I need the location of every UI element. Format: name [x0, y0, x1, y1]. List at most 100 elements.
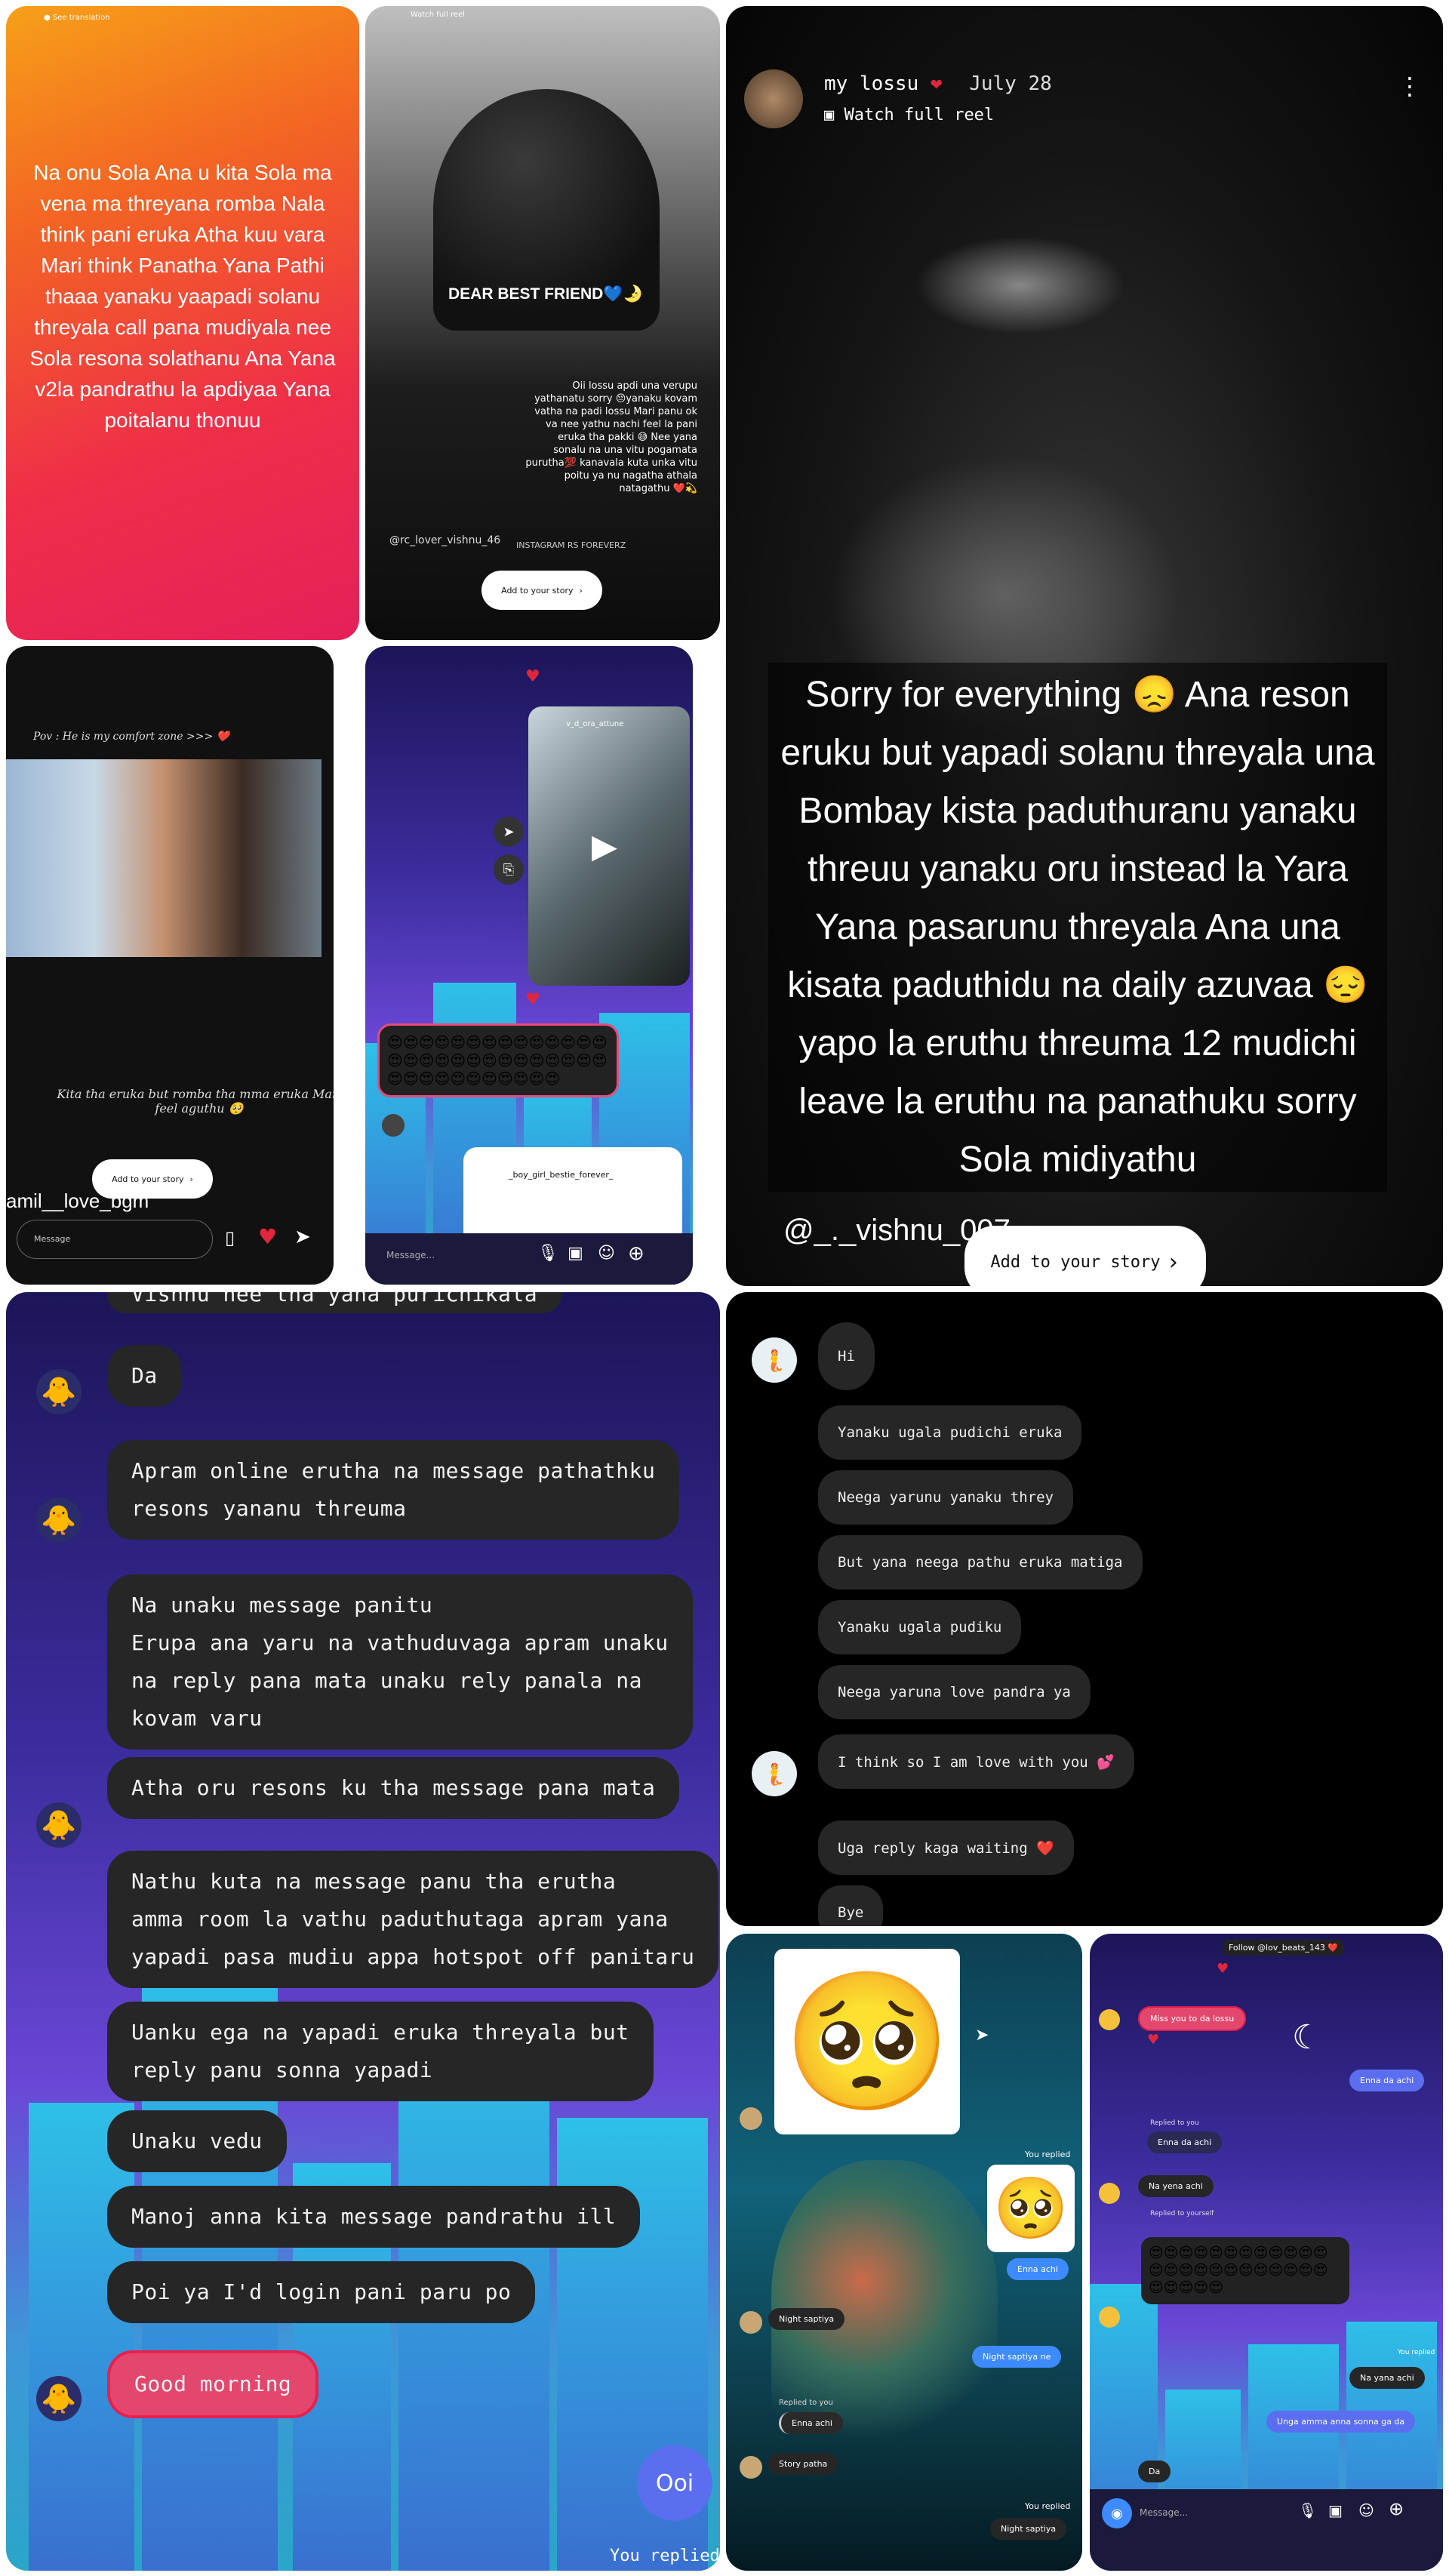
add-icon[interactable]: ⊕ — [1389, 2498, 1404, 2519]
chat-panel-9[interactable]: Follow @lov_beats_143 ❤️ ♥ Miss you to d… — [1090, 1934, 1443, 2571]
follow-banner[interactable]: Follow @lov_beats_143 ❤️ — [1223, 1940, 1345, 1956]
chat-message-sent: Enna da achi — [1349, 2070, 1425, 2091]
chat-message: Na yana achi — [1349, 2367, 1425, 2389]
avatar: 🐥 — [36, 1497, 82, 1543]
message-input[interactable]: Message — [17, 1220, 213, 1259]
reel-panel[interactable]: my lossu ❤ July 28 ▣ Watch full reel ⋮ S… — [726, 6, 1443, 1286]
chat-message: Neega yarunu yanaku threy — [818, 1470, 1073, 1525]
chat-message: Bye — [818, 1885, 884, 1926]
chat-message: Da — [1138, 2461, 1171, 2482]
reel-caption: Sorry for everything 😞 Ana reson eruku b… — [768, 663, 1387, 1192]
chevron-right-icon: › — [1166, 1248, 1180, 1276]
reply-preview[interactable]: _boy_girl_bestie_forever_ — [463, 1147, 682, 1245]
story-panel-2[interactable]: Watch full reel DEAR BEST FRIEND💙🌛 Oii l… — [365, 6, 720, 640]
like-heart-icon[interactable]: ♥ — [258, 1224, 277, 1249]
add-to-story-button[interactable]: Add to your story › — [964, 1226, 1206, 1286]
replied-label: Replied to you — [779, 2399, 833, 2407]
message-input[interactable]: Message... — [386, 1250, 435, 1260]
mic-icon[interactable]: 🎙 — [1298, 2501, 1317, 2519]
globe-icon: ● — [44, 14, 51, 22]
reply-quote: Enna da achi — [1147, 2131, 1223, 2153]
send-icon[interactable]: ➤ — [494, 817, 524, 847]
reply-quote: Enna achi — [779, 2412, 843, 2434]
profile-avatar[interactable] — [744, 69, 803, 128]
you-replied-label: You replied — [1398, 2349, 1435, 2356]
chat-message: Nathu kuta na message panu tha erutha am… — [107, 1851, 719, 1988]
sticker-icon[interactable]: ☺ — [1358, 2501, 1374, 2519]
avatar — [740, 2456, 762, 2479]
reel-username[interactable]: my lossu — [824, 72, 918, 95]
chat-message: Na unaku message panitu Erupa ana yaru n… — [107, 1574, 693, 1750]
reply-bubble: Ooi — [637, 2445, 712, 2521]
avatar: 🐥 — [36, 2376, 82, 2421]
camera-icon[interactable]: ◉ — [1102, 2498, 1132, 2528]
story-photo — [6, 759, 321, 957]
heart-reaction-icon: ♥ — [1147, 2032, 1160, 2048]
heart-icon: ❤ — [918, 72, 943, 95]
send-icon[interactable]: ➤ — [975, 2026, 989, 2045]
gallery-icon[interactable]: ▣ — [1328, 2501, 1343, 2519]
reel-icon: ▣ — [824, 106, 835, 125]
chat-message: Night saptiya — [768, 2308, 845, 2330]
chat-panel-5[interactable]: ♥ v_d_ora_attune ▶ ➤ ⎘ ♥ 😍😍😍😍😍😍😍😍😍😍😍😍😍😍😍… — [365, 646, 693, 1285]
avatar — [740, 2107, 762, 2130]
chat-message-highlight: Good morning — [107, 2350, 319, 2418]
save-icon[interactable]: ⎘ — [494, 854, 524, 885]
reel-user: v_d_ora_attune — [566, 720, 624, 728]
avatar: 🧜 — [752, 1751, 797, 1796]
message-input[interactable]: Message... — [1140, 2507, 1188, 2518]
you-replied-label: You replied — [610, 2547, 720, 2565]
heart-reaction-icon: ♥ — [1217, 1961, 1229, 1977]
shared-reel[interactable]: v_d_ora_attune ▶ — [528, 706, 690, 986]
more-options-icon[interactable]: ⋮ — [1398, 74, 1422, 98]
play-icon[interactable]: ▶ — [592, 827, 617, 866]
chat-panel-6[interactable]: Vishnu nee tha yana purichikala 🐥 Da 🐥 A… — [6, 1292, 720, 2571]
chat-message: Apram online erutha na message pathathku… — [107, 1440, 680, 1540]
pleading-emoji-sticker: 🥺 — [774, 1949, 960, 2134]
replied-label: Replied to yourself — [1150, 2210, 1214, 2217]
add-to-story-button[interactable]: Add to your story › — [481, 571, 602, 610]
story-username[interactable]: @rc_lover_vishnu_46 — [389, 534, 500, 546]
add-icon[interactable]: ⊕ — [628, 1242, 645, 1265]
chat-message: I think so I am love with you 💕 — [818, 1734, 1134, 1789]
chat-message-sent: Night saptiya ne — [972, 2346, 1062, 2368]
chat-message: Neega yaruna love pandra ya — [818, 1665, 1091, 1719]
chat-message: Night saptiya — [990, 2518, 1067, 2540]
chat-message: Uanku ega na yapadi eruka threyala but r… — [107, 2002, 654, 2101]
avatar — [1099, 2183, 1120, 2204]
send-icon[interactable]: ➤ — [294, 1226, 311, 1248]
blurred-rings — [907, 232, 1134, 338]
sticker-icon[interactable]: ☺ — [598, 1244, 615, 1263]
emoji-message: 😍😍😍😍😍😍😍😍😍😍😍😍😍😍😍😍😍😍😍😍😍😍😍😍😍😍😍😍😍 — [1141, 2237, 1349, 2304]
pov-text: Pov : He is my comfort zone >>> ❤️ — [33, 731, 230, 743]
chat-message: Yanaku ugala pudiku — [818, 1600, 1022, 1654]
chat-message: Na yena achi — [1138, 2175, 1214, 2197]
share-icon[interactable]: ▯ — [225, 1227, 235, 1248]
watch-full-reel[interactable]: ▣ Watch full reel — [824, 106, 994, 125]
chat-message: Hi — [818, 1322, 875, 1390]
story-panel-4[interactable]: Pov : He is my comfort zone >>> ❤️ Kita … — [6, 646, 334, 1285]
chat-message-highlight: Miss you to da lossu — [1138, 2006, 1247, 2031]
you-replied-label: You replied — [1025, 2501, 1071, 2511]
moon-icon: ☾ — [1292, 2018, 1322, 2057]
mic-icon[interactable]: 🎙 — [537, 1244, 558, 1263]
gallery-icon[interactable]: ▣ — [568, 1244, 583, 1263]
reel-date: July 28 — [969, 72, 1052, 95]
story-username[interactable]: amil__love_bgm — [6, 1190, 149, 1213]
story-panel-1[interactable]: ● See translation Na onu Sola Ana u kita… — [6, 6, 359, 640]
chat-message: Poi ya I'd login pani paru po — [107, 2261, 536, 2323]
chat-message: But yana neega pathu eruka matiga — [818, 1535, 1143, 1590]
chat-panel-8[interactable]: 🥺 ➤ You replied 🥺 Enna achi Night saptiy… — [726, 1934, 1082, 2571]
emoji-message: 😍😍😍😍😍😍😍😍😍😍😍😍😍😍😍😍😍😍😍😍😍😍😍😍😍😍😍😍😍😍😍😍😍😍😍😍😍😍😍 — [377, 1023, 619, 1097]
translation-link[interactable]: ● See translation — [44, 14, 110, 22]
chat-message: Unaku vedu — [107, 2110, 287, 2172]
heart-reaction-icon: ♥ — [525, 667, 540, 686]
chevron-right-icon: › — [189, 1174, 193, 1184]
chat-message: Uga reply kaga waiting ❤️ — [818, 1820, 1074, 1875]
avatar: 🧜 — [752, 1337, 797, 1383]
avatar — [740, 2311, 762, 2334]
chat-message: Atha oru resons ku tha message pana mata — [107, 1757, 680, 1819]
chat-panel-7[interactable]: 🧜 Hi Yanaku ugala pudichi eruka Neega ya… — [726, 1292, 1443, 1926]
watch-reel-link[interactable]: Watch full reel — [411, 11, 465, 19]
chat-message: Da — [107, 1345, 182, 1407]
